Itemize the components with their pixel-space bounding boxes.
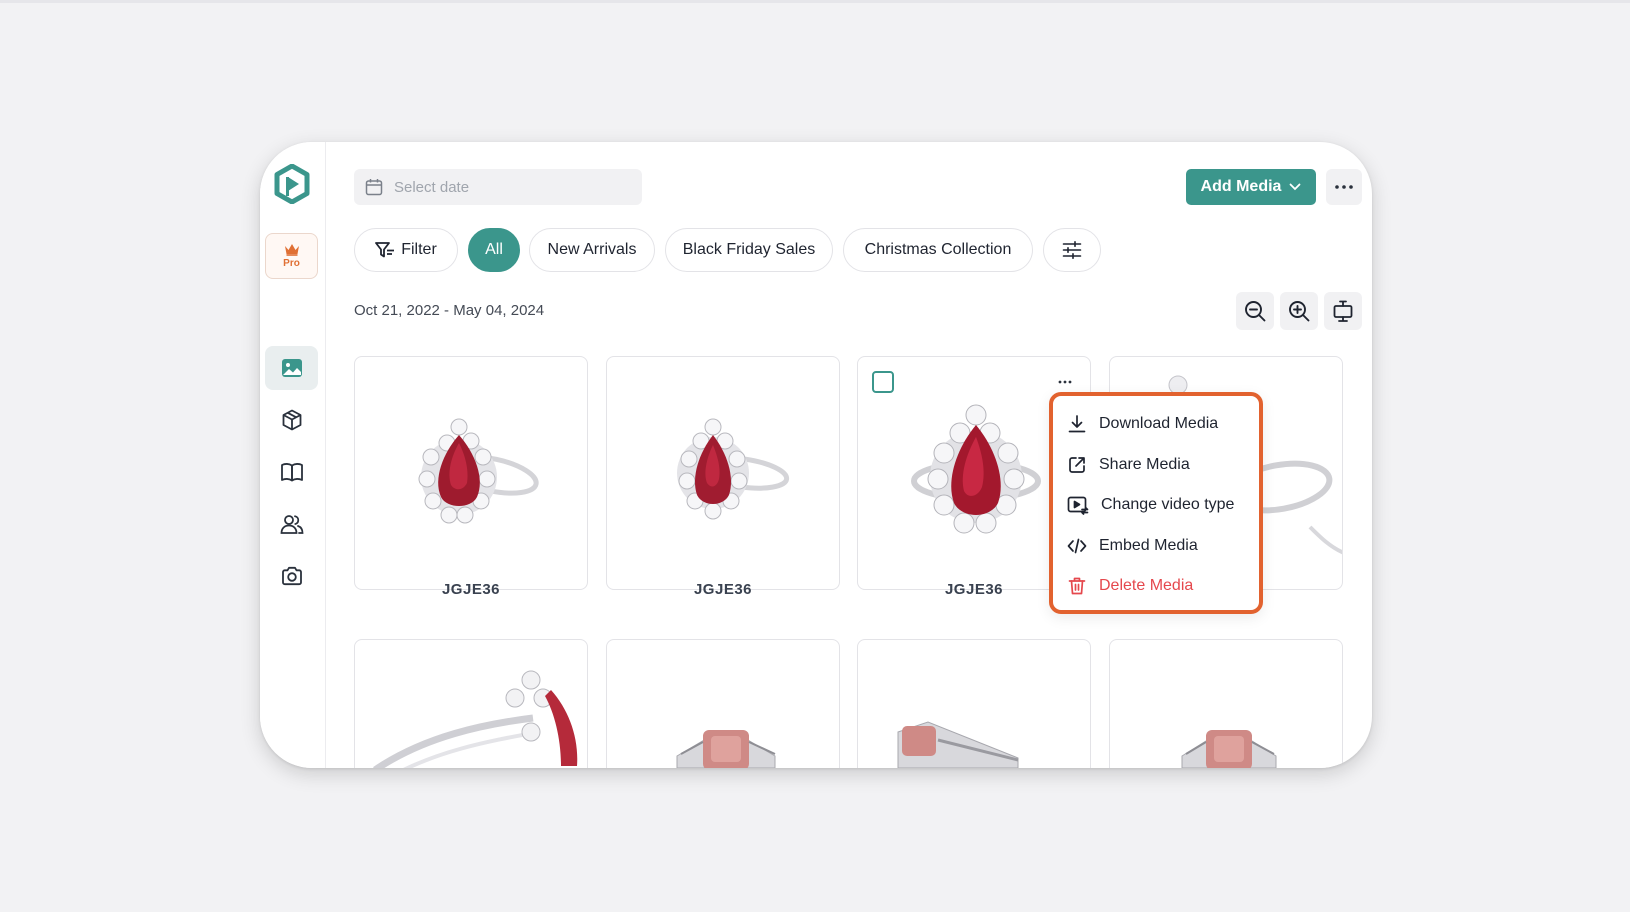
sidebar-item-users[interactable] <box>265 502 318 546</box>
date-picker[interactable] <box>354 169 642 205</box>
users-icon <box>280 515 303 534</box>
app-logo-icon[interactable] <box>273 163 311 205</box>
chip-black-friday-sales[interactable]: Black Friday Sales <box>665 228 833 272</box>
zoom-in-button[interactable] <box>1280 292 1318 330</box>
fit-view-button[interactable] <box>1324 292 1362 330</box>
menu-item-embed-media[interactable]: Embed Media <box>1053 526 1259 567</box>
sidebar-item-products[interactable] <box>265 398 318 442</box>
calendar-icon <box>365 179 383 196</box>
ring-photo <box>677 418 790 520</box>
media-card[interactable] <box>354 356 588 590</box>
book-icon <box>280 463 303 482</box>
menu-item-label: Embed Media <box>1099 536 1198 554</box>
chip-black-friday-sales-label: Black Friday Sales <box>682 241 816 258</box>
chip-christmas-collection[interactable]: Christmas Collection <box>843 228 1033 272</box>
chip-all-label: All <box>485 241 503 258</box>
zoom-out-button[interactable] <box>1236 292 1274 330</box>
menu-item-label: Change video type <box>1101 496 1235 514</box>
download-icon <box>1068 415 1086 433</box>
media-card-title: JGJE36 <box>441 581 501 598</box>
media-card-title: JGJE36 <box>693 581 753 598</box>
ring-photo <box>1181 730 1277 768</box>
menu-item-label: Share Media <box>1099 455 1190 473</box>
media-card[interactable] <box>606 639 840 768</box>
more-horizontal-icon <box>1335 185 1353 189</box>
media-context-menu: Download Media Share Media Change video … <box>1049 392 1263 614</box>
media-card[interactable] <box>606 356 840 590</box>
filter-icon <box>375 242 395 258</box>
code-icon <box>1067 538 1087 554</box>
cube-icon <box>282 409 301 431</box>
chip-new-arrivals[interactable]: New Arrivals <box>529 228 655 272</box>
ring-photo <box>373 670 578 768</box>
date-range-text: Oct 21, 2022 - May 04, 2024 <box>354 302 545 319</box>
filter-button[interactable]: Filter <box>354 228 458 272</box>
ring-photo <box>676 730 776 768</box>
menu-item-download-media[interactable]: Download Media <box>1053 404 1259 445</box>
chip-new-arrivals-label: New Arrivals <box>547 241 637 258</box>
more-options-button[interactable] <box>1326 169 1362 205</box>
zoom-in-icon <box>1289 301 1310 322</box>
menu-item-change-video-type[interactable]: Change video type <box>1053 485 1259 526</box>
trash-icon <box>1068 577 1086 595</box>
ring-photo <box>418 418 539 524</box>
share-icon <box>1069 456 1085 473</box>
media-card[interactable] <box>857 639 1091 768</box>
media-card[interactable] <box>1109 639 1343 768</box>
camera-icon <box>281 566 302 586</box>
ring-photo <box>897 721 1019 768</box>
media-card[interactable] <box>354 639 588 768</box>
sidebar-item-camera[interactable] <box>265 554 318 598</box>
filter-label: Filter <box>401 241 437 258</box>
add-media-button[interactable]: Add Media <box>1186 169 1316 205</box>
chip-all[interactable]: All <box>468 228 520 272</box>
filter-settings-button[interactable] <box>1043 228 1101 272</box>
menu-item-delete-media[interactable]: Delete Media <box>1053 566 1259 607</box>
select-checkbox[interactable] <box>872 371 894 393</box>
crown-icon <box>284 244 299 256</box>
chevron-down-icon <box>1290 183 1301 191</box>
pro-label: Pro <box>283 258 300 269</box>
date-input-field[interactable] <box>394 178 624 196</box>
video-type-icon <box>1067 496 1089 516</box>
zoom-out-icon <box>1245 301 1266 322</box>
sliders-icon <box>1062 241 1082 259</box>
more-horizontal-icon <box>1058 380 1072 384</box>
sidebar-item-media[interactable] <box>265 346 318 390</box>
menu-item-share-media[interactable]: Share Media <box>1053 445 1259 486</box>
image-icon <box>281 359 302 377</box>
pro-badge[interactable]: Pro <box>265 233 318 279</box>
menu-item-label: Delete Media <box>1099 577 1194 595</box>
sidebar-item-catalogs[interactable] <box>265 450 318 494</box>
add-media-label: Add Media <box>1200 178 1282 195</box>
sidebar: Pro <box>260 142 326 768</box>
chip-christmas-collection-label: Christmas Collection <box>864 241 1012 258</box>
fit-screen-icon <box>1333 300 1353 322</box>
top-border <box>0 0 1630 3</box>
menu-item-label: Download Media <box>1099 415 1219 433</box>
